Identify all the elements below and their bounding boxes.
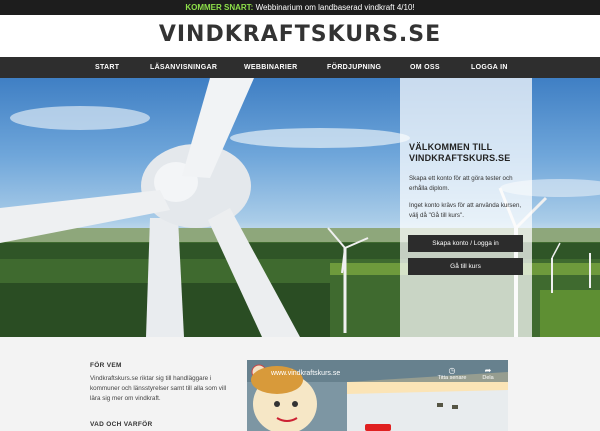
share-icon: ➦: [484, 366, 492, 375]
watch-later-button[interactable]: ◷ Titta senare: [437, 366, 467, 381]
what-and-why-heading: VAD OCH VARFÖR: [90, 421, 153, 428]
nav-item-om-oss[interactable]: OM OSS: [410, 57, 440, 78]
go-to-course-button[interactable]: Gå till kurs: [408, 258, 523, 275]
video-title[interactable]: www.vindkraftskurs.se: [271, 370, 340, 377]
site-logo[interactable]: VINDKRAFTSKURS.SE: [0, 22, 600, 47]
announcement-highlight: KOMMER SNART:: [185, 3, 254, 12]
announcement-bar: KOMMER SNART: Webbinarium om landbaserad…: [0, 0, 600, 15]
create-account-button[interactable]: Skapa konto / Logga in: [408, 235, 523, 252]
for-whom-text: Vindkraftskurs.se riktar sig till handlä…: [90, 375, 227, 402]
hero-banner: VÄLKOMMEN TILL VINDKRAFTSKURS.SE Skapa e…: [0, 78, 600, 337]
nav-item-start[interactable]: START: [95, 57, 119, 78]
share-button[interactable]: ➦ Dela: [473, 366, 503, 381]
welcome-title: VÄLKOMMEN TILL VINDKRAFTSKURS.SE: [409, 142, 511, 163]
nav-item-fordjupning[interactable]: FÖRDJUPNING: [327, 57, 381, 78]
share-label: Dela: [482, 375, 494, 381]
welcome-panel: VÄLKOMMEN TILL VINDKRAFTSKURS.SE Skapa e…: [400, 78, 532, 337]
info-section: FÖR VEM Vindkraftskurs.se riktar sig til…: [0, 337, 600, 431]
announcement-text[interactable]: Webbinarium om landbaserad vindkraft 4/1…: [256, 3, 415, 12]
welcome-text-account: Skapa ett konto för att göra tester och …: [409, 175, 513, 192]
watch-later-label: Titta senare: [437, 375, 467, 381]
nav-item-webbinarier[interactable]: WEBBINARIER: [244, 57, 297, 78]
welcome-text-no-account: Inget konto krävs för att använda kursen…: [409, 202, 522, 219]
header: VINDKRAFTSKURS.SE: [0, 15, 600, 57]
main-nav: START LÄSANVISNINGAR WEBBINARIER FÖRDJUP…: [0, 57, 600, 78]
nav-item-lasanvisningar[interactable]: LÄSANVISNINGAR: [150, 57, 217, 78]
for-whom-heading: FÖR VEM: [90, 362, 122, 369]
video-player[interactable]: www.vindkraftskurs.se ◷ Titta senare ➦ D…: [247, 360, 508, 431]
clock-icon: ◷: [448, 366, 456, 375]
nav-item-logga-in[interactable]: LOGGA IN: [471, 57, 508, 78]
